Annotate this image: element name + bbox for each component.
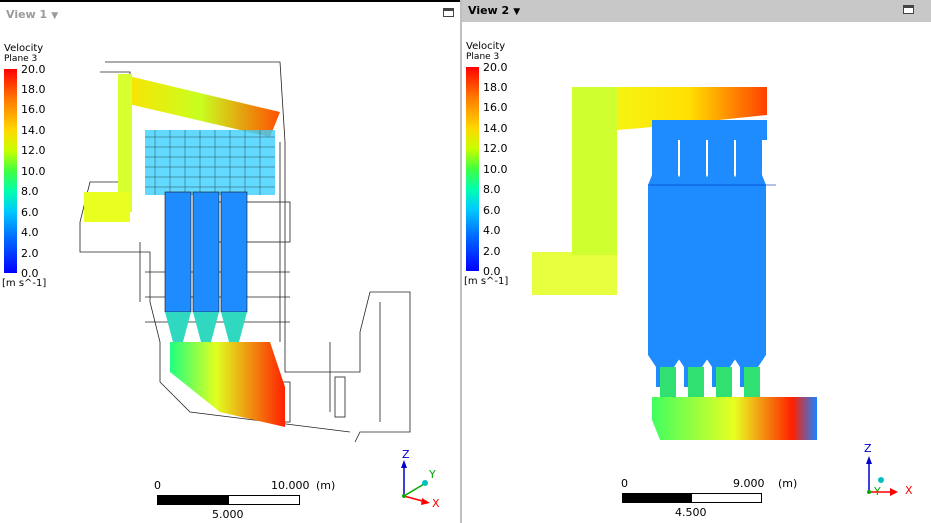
flow-riser	[572, 87, 617, 255]
view-2-title: View 2	[468, 4, 510, 17]
maximize-icon[interactable]	[443, 8, 454, 17]
legend-tick: 18.0	[21, 83, 46, 96]
cfd-3d-model-render[interactable]	[70, 42, 420, 442]
scale-bar-filled	[158, 496, 229, 504]
scale-mid: 5.000	[212, 508, 244, 521]
flow-outlet-duct	[652, 397, 817, 440]
flow-inlet-duct	[120, 74, 280, 137]
legend-tick: 8.0	[21, 185, 39, 198]
chevron-down-icon: ▼	[51, 11, 59, 21]
legend-tick: 14.0	[483, 122, 508, 135]
legend-tick: 2.0	[483, 245, 501, 258]
axis-z-label: Z	[402, 448, 410, 461]
scale-end: 10.000	[271, 479, 310, 492]
legend-units: [m s^-1]	[464, 276, 509, 287]
scale-bar	[622, 493, 762, 503]
legend-tick: 20.0	[483, 61, 508, 74]
heat-exchanger-bank	[145, 130, 275, 195]
legend-variable: Velocity	[466, 41, 506, 52]
flow-left-riser	[118, 74, 132, 212]
legend-tick: 16.0	[21, 103, 46, 116]
view-2-titlebar: View 2 ▼	[462, 0, 931, 22]
scale-start: 0	[621, 477, 628, 490]
scale-end: 9.000	[733, 477, 765, 490]
legend-units: [m s^-1]	[2, 278, 47, 289]
axis-y-label: Y	[873, 485, 881, 498]
flow-hopper-legs	[660, 367, 760, 397]
scale-bar	[157, 495, 300, 505]
scale-mid: 4.500	[675, 506, 707, 519]
flow-side-inlet	[84, 192, 130, 222]
legend-tick: 4.0	[483, 224, 501, 237]
axis-y-label: Y	[428, 468, 436, 481]
legend-tick: 8.0	[483, 183, 501, 196]
chevron-down-icon: ▼	[513, 7, 521, 17]
legend-variable: Velocity	[4, 43, 44, 54]
scale-bar-filled	[623, 494, 692, 502]
view-1-panel[interactable]: View 1 ▼ Velocity Plane 3 20.0 18.0 16.0 …	[0, 0, 460, 523]
maximize-icon[interactable]	[903, 5, 914, 14]
flow-outlet-duct	[170, 342, 285, 427]
colorbar	[466, 67, 479, 271]
flow-chamber-columns	[648, 135, 766, 387]
scale-start: 0	[154, 479, 161, 492]
legend-tick: 6.0	[21, 206, 39, 219]
legend-tick: 16.0	[483, 101, 508, 114]
legend-tick: 2.0	[21, 247, 39, 260]
axis-triad: Z Y X	[864, 442, 913, 498]
scale-unit: (m)	[778, 477, 798, 490]
flow-side-inlet	[532, 252, 617, 295]
legend-tick: 6.0	[483, 204, 501, 217]
cfd-2d-section-render[interactable]	[532, 80, 832, 445]
flow-hoppers	[165, 312, 247, 342]
legend-tick: 12.0	[21, 144, 46, 157]
legend-tick: 18.0	[483, 81, 508, 94]
flow-chamber-columns	[165, 192, 247, 312]
view-1-title: View 1	[6, 8, 48, 21]
legend-tick: 14.0	[21, 124, 46, 137]
legend-tick: 4.0	[21, 226, 39, 239]
colorbar	[4, 69, 17, 273]
legend-tick: 20.0	[21, 63, 46, 76]
legend-tick: 10.0	[21, 165, 46, 178]
legend-tick: 10.0	[483, 163, 508, 176]
view-2-title-menu[interactable]: View 2 ▼	[468, 4, 520, 17]
legend-tick: 12.0	[483, 142, 508, 155]
axis-x-label: X	[905, 484, 913, 497]
axis-x-label: X	[432, 497, 440, 508]
scale-unit: (m)	[316, 479, 336, 492]
axis-triad: Z Y X	[401, 448, 440, 508]
view-2-panel[interactable]: View 2 ▼ Velocity Plane 3 20.0 18.0 16.0 …	[460, 0, 931, 523]
view-1-titlebar: View 1 ▼	[0, 2, 460, 22]
axis-z-label: Z	[864, 442, 872, 455]
view-1-title-menu[interactable]: View 1 ▼	[6, 8, 58, 21]
